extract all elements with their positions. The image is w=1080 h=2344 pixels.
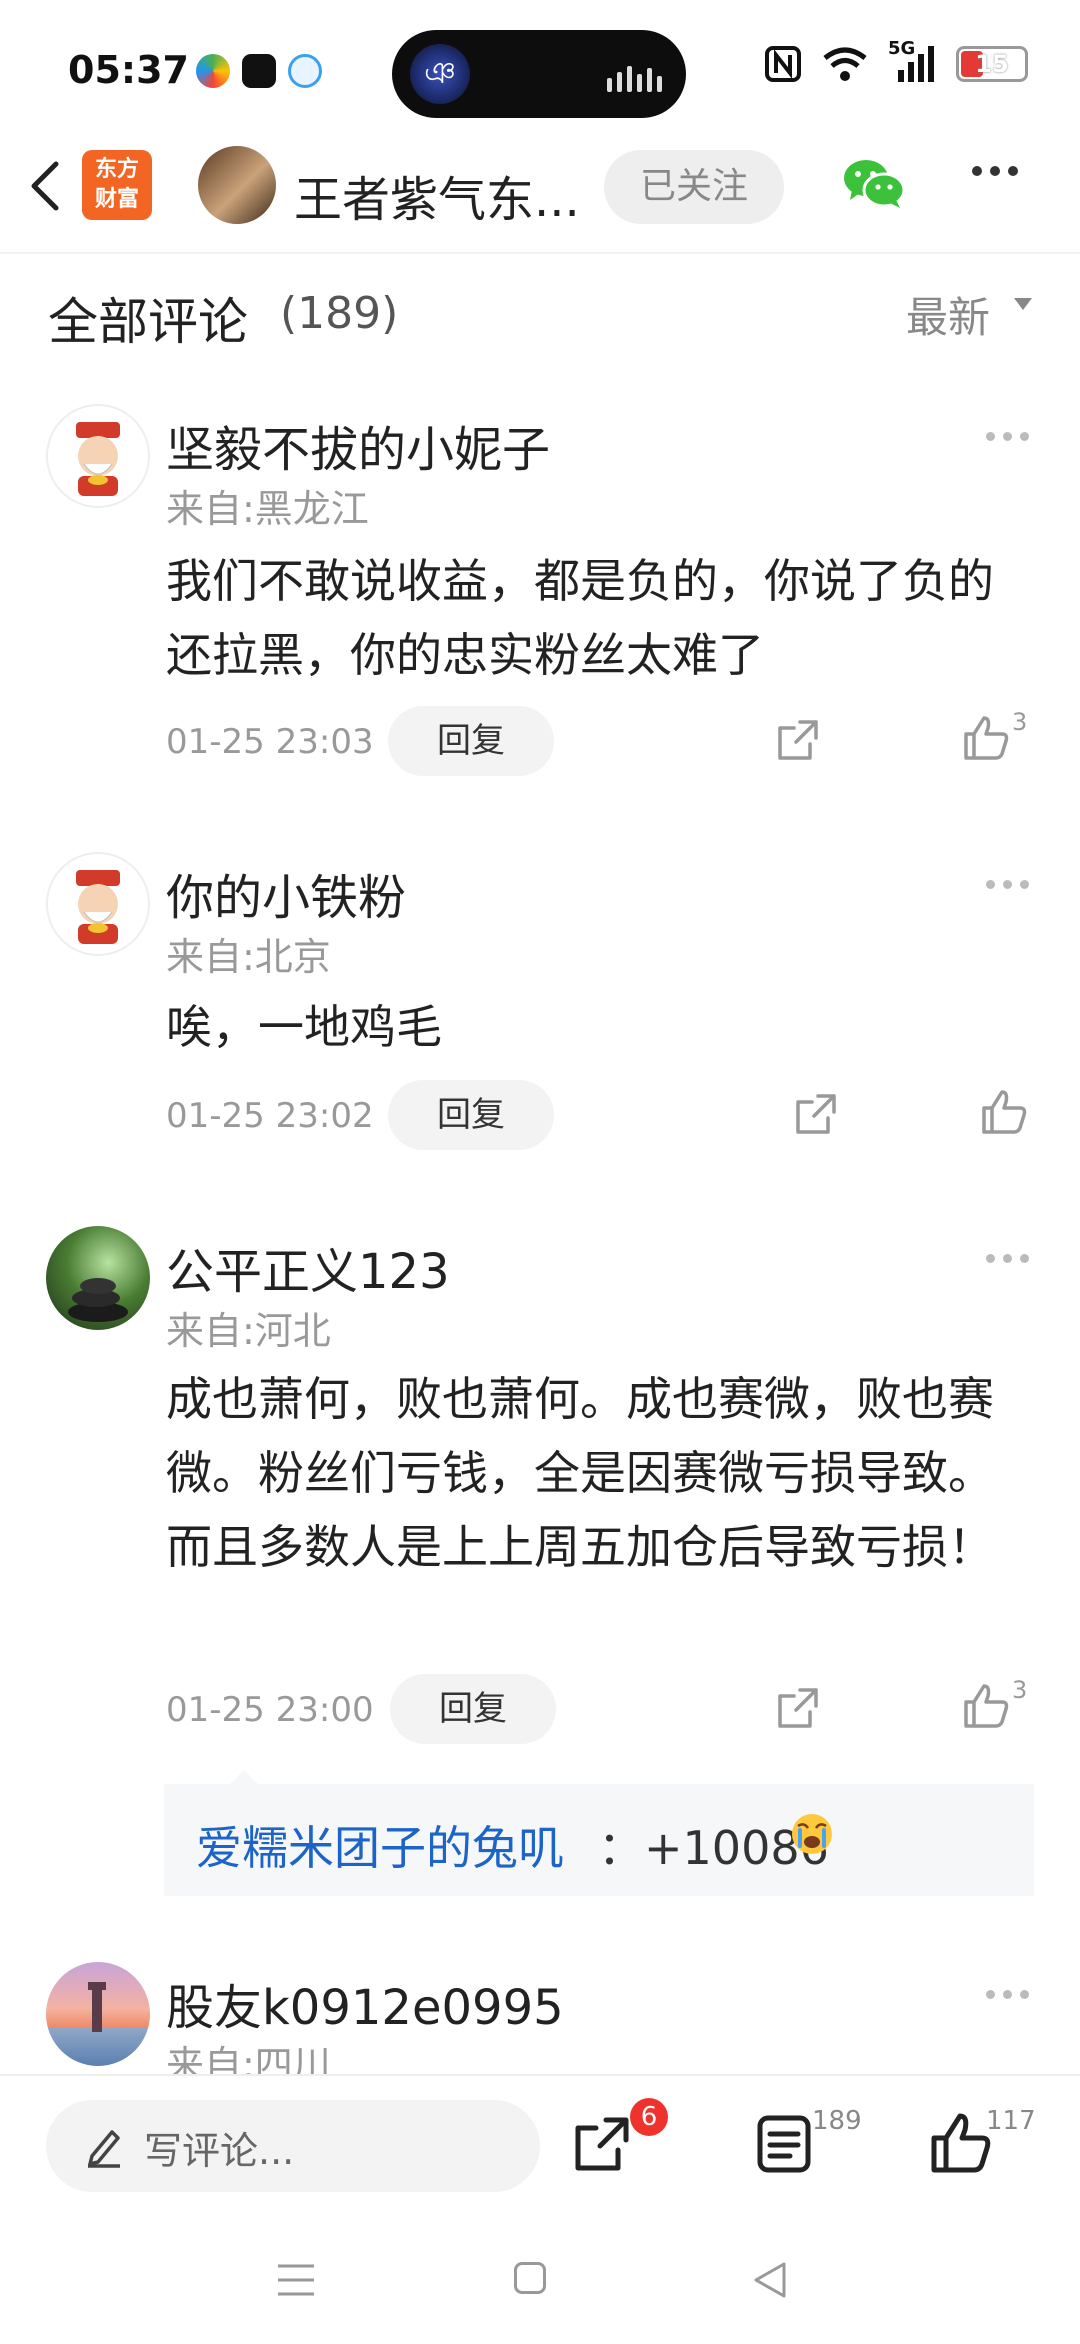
signal-icon: 5G — [888, 38, 936, 84]
sort-dropdown[interactable]: 最新 — [906, 284, 990, 345]
share-icon[interactable] — [572, 2114, 632, 2174]
author-name[interactable]: 王者紫气东... — [294, 160, 590, 230]
logo-line-1: 东方 — [94, 157, 139, 182]
app-logo[interactable]: 东方 财富 — [82, 150, 152, 220]
logo-line-2: 财富 — [94, 187, 139, 212]
author-avatar[interactable] — [198, 146, 276, 224]
commenter-location: 来自:河北 — [166, 1309, 331, 1353]
comment-list-icon[interactable] — [756, 2114, 812, 2174]
share-badge: 6 — [630, 2098, 668, 2136]
status-indicators: 5G 15 — [764, 38, 1028, 84]
app-notification-icon — [288, 54, 322, 88]
pencil-icon — [88, 2130, 120, 2168]
comments-title: 全部评论 — [48, 293, 248, 351]
menu-icon[interactable] — [276, 2262, 316, 2298]
commenter-avatar[interactable] — [46, 1962, 150, 2066]
nfc-icon — [765, 46, 801, 82]
back-nav-icon[interactable] — [752, 2260, 788, 2300]
like-count: 117 — [986, 2106, 1036, 2136]
commenter-name[interactable]: 你的小铁粉 — [166, 858, 406, 928]
comment-time: 01-25 23:03 — [166, 722, 374, 762]
app-notification-icon — [196, 54, 230, 88]
share-icon[interactable] — [776, 718, 820, 762]
commenter-name[interactable]: 股友k0912e0995 — [166, 1968, 564, 2038]
notification-icons — [196, 54, 322, 88]
tiktok-icon — [242, 54, 276, 88]
thumbs-up-icon[interactable] — [962, 1682, 1010, 1730]
header-divider — [0, 252, 1080, 254]
more-icon[interactable] — [986, 1254, 1029, 1263]
battery-icon: 15 — [956, 46, 1028, 82]
like-count: 3 — [1012, 1676, 1028, 1704]
sub-reply-notch — [230, 1770, 258, 1784]
more-icon[interactable] — [986, 1990, 1029, 1999]
caret-down-icon[interactable] — [1014, 298, 1032, 310]
more-icon[interactable] — [972, 166, 1018, 176]
share-icon[interactable] — [776, 1686, 820, 1730]
commenter-name[interactable]: 公平正义123 — [166, 1232, 450, 1302]
thumbs-up-icon[interactable] — [980, 1088, 1028, 1136]
like-count: 3 — [1012, 708, 1028, 736]
home-icon[interactable] — [514, 2262, 546, 2294]
status-time: 05:37 — [68, 48, 189, 92]
commenter-name[interactable]: 坚毅不拔的小妮子 — [166, 410, 550, 480]
reply-button[interactable]: 回复 — [388, 706, 554, 776]
comment-time: 01-25 23:00 — [166, 1690, 374, 1730]
share-icon[interactable] — [794, 1092, 838, 1136]
wifi-icon — [823, 47, 867, 81]
reply-button[interactable]: 回复 — [388, 1080, 554, 1150]
app-logo-icon: ঞ — [410, 44, 470, 104]
comment-text: 我们不敢说收益，都是负的，你说了负的还拉黑，你的忠实粉丝太难了 — [166, 554, 994, 682]
comment-count: 189 — [812, 2106, 862, 2136]
commenter-location: 来自:黑龙江 — [166, 487, 369, 531]
sub-reply-user[interactable]: 爱糯米团子的兔叽 — [196, 1812, 564, 1878]
comments-count: (189) — [280, 288, 399, 339]
comment-text: 成也萧何，败也萧何。成也赛微，败也赛微。粉丝们亏钱，全是因赛微亏损导致。而且多数… — [166, 1372, 994, 1574]
commenter-avatar[interactable] — [46, 1226, 150, 1330]
battery-level: 15 — [975, 50, 1009, 78]
follow-button[interactable]: 已关注 — [604, 150, 784, 224]
comment-time: 01-25 23:02 — [166, 1096, 374, 1136]
back-icon[interactable] — [22, 150, 66, 222]
dynamic-island: ঞ — [392, 30, 686, 118]
commenter-location: 来自:北京 — [166, 935, 331, 979]
audio-wave-icon — [607, 66, 662, 92]
commenter-avatar[interactable] — [46, 852, 150, 956]
more-icon[interactable] — [986, 432, 1029, 441]
thumbs-up-icon[interactable] — [962, 714, 1010, 762]
comment-text: 唉，一地鸡毛 — [166, 1000, 442, 1054]
wechat-icon[interactable] — [842, 156, 906, 212]
reply-button[interactable]: 回复 — [390, 1674, 556, 1744]
comment-input-placeholder[interactable]: 写评论... — [144, 2120, 294, 2175]
crying-emoji-icon — [792, 1814, 832, 1854]
thumbs-up-icon[interactable] — [930, 2112, 992, 2174]
commenter-avatar[interactable] — [46, 404, 150, 508]
more-icon[interactable] — [986, 880, 1029, 889]
